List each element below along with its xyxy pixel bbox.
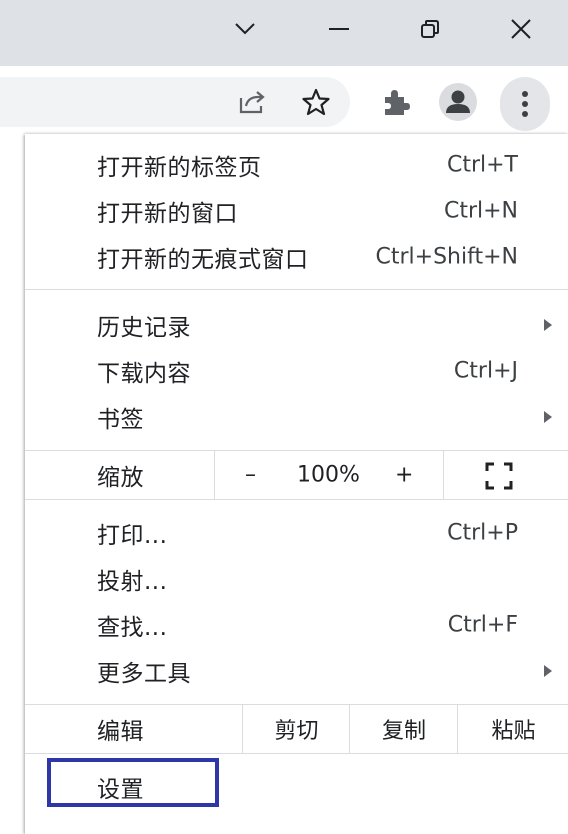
zoom-in-button[interactable]: +: [395, 463, 413, 488]
restore-icon: [421, 20, 439, 38]
minimize-button[interactable]: [316, 0, 362, 58]
menu-item-label: 书签: [97, 407, 144, 433]
menu-item-find[interactable]: 查找... Ctrl+F: [25, 602, 568, 648]
edit-row: 编辑 剪切 复制 粘贴: [25, 704, 568, 754]
menu-item-shortcut: Ctrl+P: [447, 520, 518, 546]
menu-item-downloads[interactable]: 下载内容 Ctrl+J: [25, 348, 568, 394]
menu-item-label: 查找...: [97, 615, 168, 641]
menu-item-new-tab[interactable]: 打开新的标签页 Ctrl+T: [25, 142, 568, 188]
share-button[interactable]: [232, 82, 272, 122]
zoom-out-button[interactable]: –: [245, 463, 256, 488]
bookmark-star-button[interactable]: [296, 82, 336, 122]
menu-item-shortcut: Ctrl+J: [453, 358, 518, 384]
menu-item-label: 打开新的窗口: [97, 201, 238, 227]
close-button[interactable]: [498, 0, 544, 58]
star-icon: [302, 88, 330, 116]
settings-highlight-box: [47, 758, 219, 807]
main-menu-button[interactable]: [500, 77, 550, 131]
menu-item-label: 打开新的无痕式窗口: [97, 247, 309, 273]
zoom-level: 100%: [297, 462, 360, 488]
main-menu: 打开新的标签页 Ctrl+T 打开新的窗口 Ctrl+N 打开新的无痕式窗口 C…: [25, 134, 568, 834]
restore-button[interactable]: [407, 0, 453, 58]
menu-item-new-incognito-window[interactable]: 打开新的无痕式窗口 Ctrl+Shift+N: [25, 234, 568, 280]
kebab-menu-icon: [522, 91, 528, 117]
menu-item-shortcut: Ctrl+N: [443, 198, 518, 224]
menu-item-label: 打开新的标签页: [97, 155, 262, 181]
zoom-controls: – 100% +: [214, 451, 444, 499]
extensions-button[interactable]: [376, 82, 416, 122]
edit-label: 编辑: [97, 719, 144, 745]
puzzle-icon: [385, 90, 410, 115]
submenu-arrow-icon: [544, 411, 552, 423]
browser-toolbar: [0, 66, 568, 136]
close-icon: [511, 19, 531, 39]
submenu-arrow-icon: [544, 665, 552, 677]
menu-item-more-tools[interactable]: 更多工具: [25, 648, 568, 694]
menu-item-label: 更多工具: [97, 661, 191, 687]
menu-item-label: 打印...: [97, 523, 168, 549]
paste-button[interactable]: 粘贴: [457, 705, 568, 753]
avatar-icon: [439, 83, 477, 121]
chevron-down-icon: [235, 23, 255, 35]
tab-search-button[interactable]: [222, 0, 268, 58]
menu-item-shortcut: Ctrl+F: [447, 612, 518, 638]
menu-item-shortcut: Ctrl+T: [446, 152, 518, 178]
window-titlebar: [0, 0, 568, 66]
fullscreen-icon[interactable]: [485, 462, 513, 490]
menu-item-new-window[interactable]: 打开新的窗口 Ctrl+N: [25, 188, 568, 234]
zoom-label: 缩放: [97, 465, 144, 491]
menu-item-bookmarks[interactable]: 书签: [25, 394, 568, 440]
share-icon: [239, 91, 265, 114]
copy-button[interactable]: 复制: [349, 705, 458, 753]
menu-item-cast[interactable]: 投射...: [25, 556, 568, 602]
menu-item-shortcut: Ctrl+Shift+N: [375, 244, 518, 270]
menu-item-label: 投射...: [97, 569, 168, 595]
profile-button[interactable]: [438, 82, 478, 122]
minimize-icon: [329, 28, 349, 30]
submenu-arrow-icon: [544, 319, 552, 331]
menu-separator: [25, 289, 568, 290]
menu-item-history[interactable]: 历史记录: [25, 302, 568, 348]
zoom-row: 缩放 – 100% +: [25, 450, 568, 500]
menu-item-label: 下载内容: [97, 361, 191, 387]
menu-item-label: 历史记录: [97, 315, 191, 341]
cut-button[interactable]: 剪切: [242, 705, 350, 753]
menu-item-print[interactable]: 打印... Ctrl+P: [25, 510, 568, 556]
